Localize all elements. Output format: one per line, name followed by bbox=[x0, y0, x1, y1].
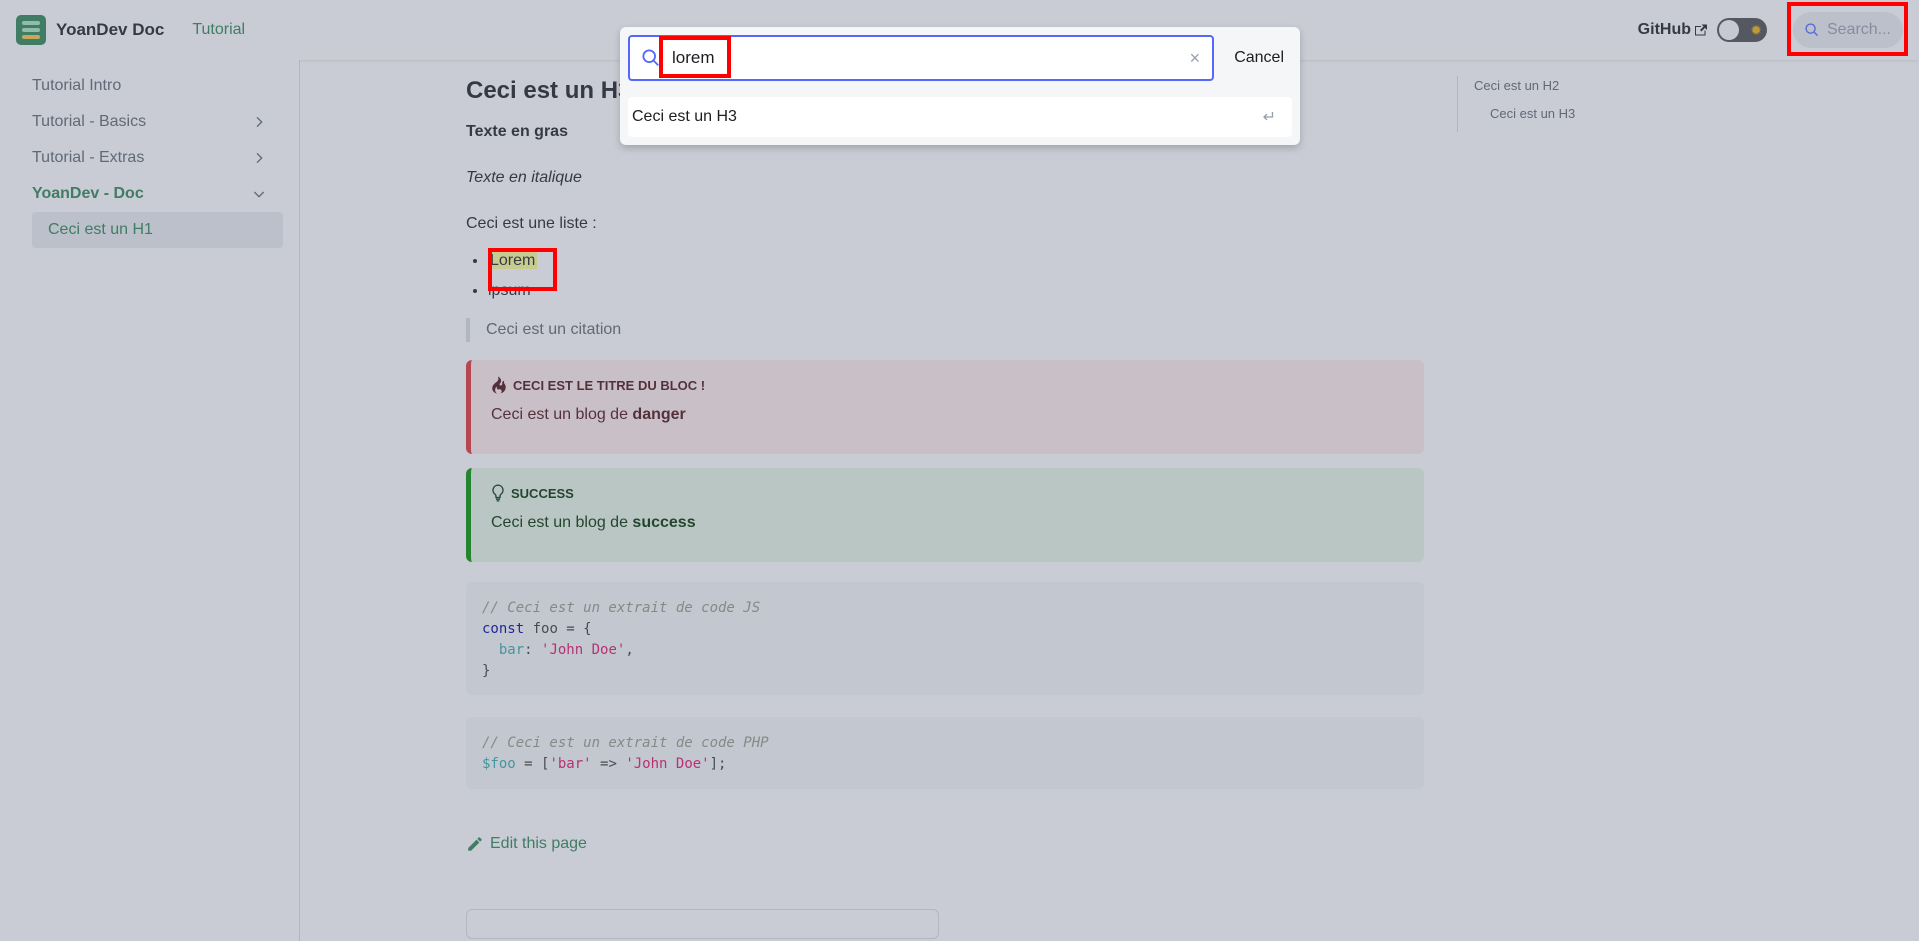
clear-icon[interactable]: × bbox=[1190, 48, 1201, 69]
search-hit[interactable]: Ceci est un H3 ↵ bbox=[628, 97, 1292, 137]
cancel-button[interactable]: Cancel bbox=[1226, 49, 1292, 67]
annotation-box-search bbox=[1787, 2, 1908, 56]
search-input[interactable] bbox=[672, 48, 1178, 68]
enter-icon: ↵ bbox=[1262, 109, 1276, 126]
search-hit-title: Ceci est un H3 bbox=[632, 108, 737, 125]
annotation-box-lorem bbox=[488, 248, 557, 291]
search-icon bbox=[642, 49, 659, 66]
annotation-box-query bbox=[659, 36, 731, 78]
